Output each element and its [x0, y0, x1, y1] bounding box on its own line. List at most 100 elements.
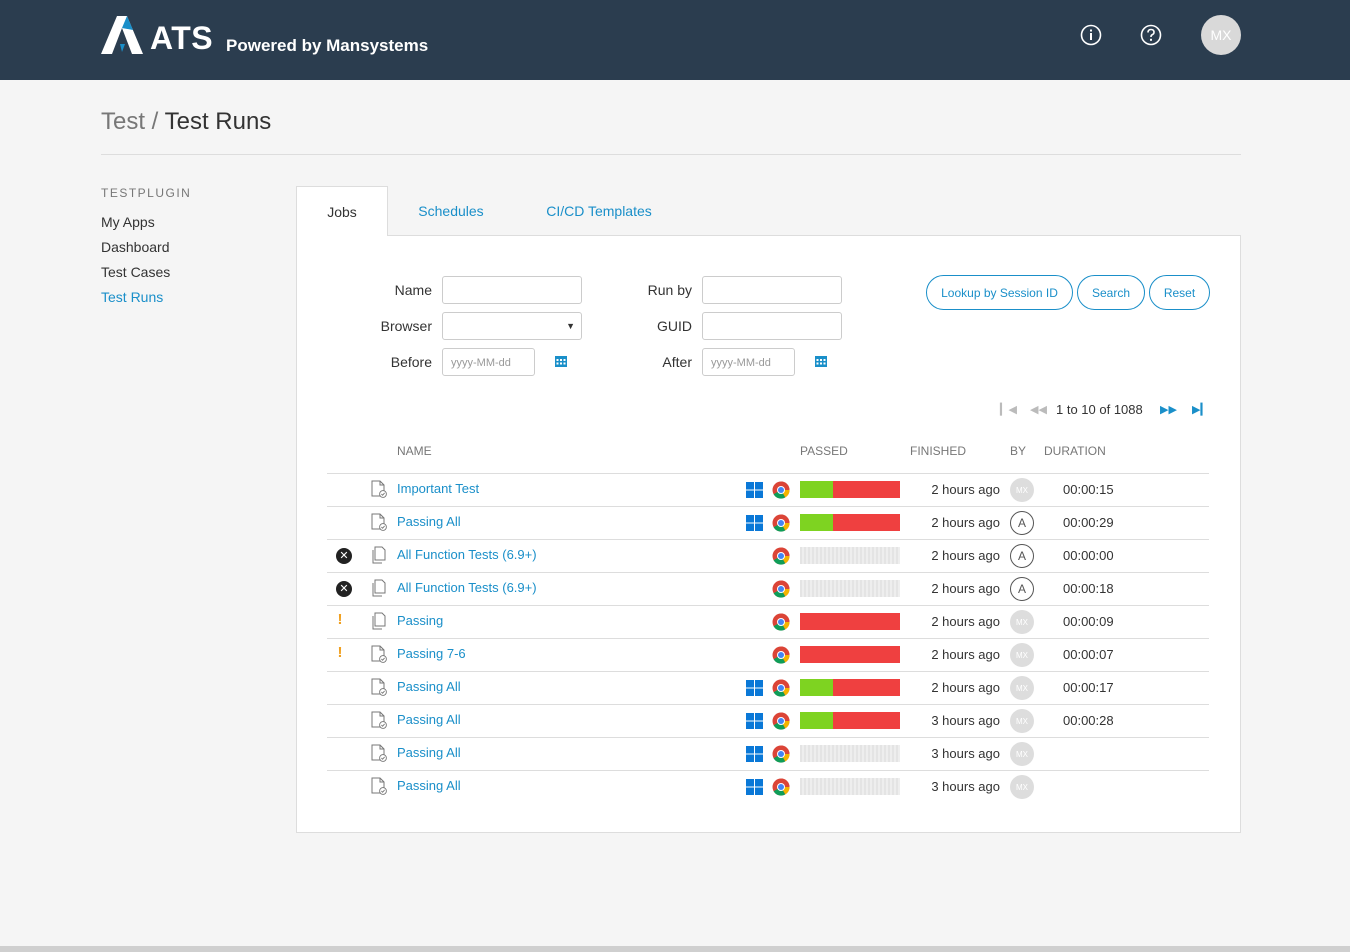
name-input[interactable] — [442, 276, 582, 304]
chrome-icon — [772, 514, 790, 532]
windows-icon — [746, 746, 763, 762]
finished-time: 2 hours ago — [931, 482, 1000, 497]
prev-page-icon[interactable]: ◀◀ — [1030, 403, 1047, 416]
chrome-icon — [772, 679, 790, 697]
test-case-icon — [371, 480, 387, 498]
test-name-link[interactable]: Passing All — [397, 514, 461, 529]
run-by-avatar: MX — [1010, 478, 1034, 502]
sidebar-item-test-runs[interactable]: Test Runs — [101, 289, 163, 305]
failed-status-icon: ✕ — [336, 581, 352, 597]
bottom-strip — [0, 946, 1350, 952]
ats-logo-icon[interactable] — [101, 16, 143, 54]
duration: 00:00:29 — [1063, 515, 1114, 530]
test-name-link[interactable]: All Function Tests (6.9+) — [397, 547, 537, 562]
run-by-input[interactable] — [702, 276, 842, 304]
reset-button[interactable]: Reset — [1149, 275, 1210, 310]
calendar-icon[interactable] — [815, 355, 827, 367]
info-icon[interactable] — [1080, 24, 1102, 46]
column-header-passed[interactable]: PASSED — [800, 444, 848, 458]
table-row[interactable]: ! Passing 7-6 2 hours ago MX 00:00:07 — [327, 638, 1209, 671]
table-row[interactable]: ✕ All Function Tests (6.9+) 2 hours ago A 00… — [327, 572, 1209, 605]
table-row[interactable]: Passing All 3 hours ago MX 00:00:28 — [327, 704, 1209, 737]
test-name-link[interactable]: Passing All — [397, 778, 461, 793]
table-row[interactable]: Passing All 2 hours ago MX 00:00:17 — [327, 671, 1209, 704]
finished-time: 2 hours ago — [931, 647, 1000, 662]
breadcrumb-separator: / — [145, 108, 165, 135]
before-date-input[interactable]: yyyy-MM-dd — [442, 348, 535, 376]
passed-bar — [800, 646, 900, 663]
after-date-input[interactable]: yyyy-MM-dd — [702, 348, 795, 376]
column-header-duration[interactable]: DURATION — [1044, 444, 1106, 458]
first-page-icon[interactable]: ▎◀ — [1000, 403, 1017, 416]
finished-time: 2 hours ago — [931, 680, 1000, 695]
page-title: Test / Test Runs — [101, 108, 271, 136]
lookup-session-button[interactable]: Lookup by Session ID — [926, 275, 1073, 310]
run-by-avatar: MX — [1010, 676, 1034, 700]
table-row[interactable]: Important Test 2 hours ago MX 00:00:15 — [327, 473, 1209, 506]
warning-status-icon: ! — [337, 644, 343, 661]
passed-segment — [800, 712, 833, 729]
help-icon[interactable] — [1140, 24, 1162, 46]
after-label: After — [662, 354, 692, 370]
tab-schedules[interactable]: Schedules — [396, 186, 506, 236]
chrome-icon — [772, 580, 790, 598]
finished-time: 2 hours ago — [931, 548, 1000, 563]
logo-subtitle: Powered by Mansystems — [226, 36, 429, 55]
table-row[interactable]: ! Passing 2 hours ago MX 00:00:09 — [327, 605, 1209, 638]
run-by-avatar: MX — [1010, 742, 1034, 766]
before-label: Before — [390, 354, 432, 370]
test-suite-icon — [371, 546, 387, 564]
windows-icon — [746, 779, 763, 795]
chrome-icon — [772, 712, 790, 730]
chrome-icon — [772, 481, 790, 499]
tab-jobs[interactable]: Jobs — [296, 186, 388, 236]
column-header-by[interactable]: BY — [1010, 444, 1026, 458]
browser-select[interactable]: ▼ — [442, 312, 582, 340]
passed-bar — [800, 679, 900, 696]
guid-input[interactable] — [702, 312, 842, 340]
next-page-icon[interactable]: ▶▶ — [1160, 403, 1177, 416]
calendar-icon[interactable] — [555, 355, 567, 367]
test-name-link[interactable]: Passing All — [397, 679, 461, 694]
table-row[interactable]: ✕ All Function Tests (6.9+) 2 hours ago A 00… — [327, 539, 1209, 572]
tab-cicd-templates[interactable]: CI/CD Templates — [530, 186, 668, 236]
logo-text: ATS — [150, 20, 214, 56]
test-name-link[interactable]: Passing 7-6 — [397, 646, 466, 661]
last-page-icon[interactable]: ▶▎ — [1192, 403, 1209, 416]
test-name-link[interactable]: Important Test — [397, 481, 479, 496]
table-row[interactable]: Passing All 3 hours ago MX — [327, 770, 1209, 803]
test-name-link[interactable]: Passing All — [397, 745, 461, 760]
passed-bar — [800, 778, 900, 795]
user-avatar[interactable]: MX — [1201, 15, 1241, 55]
search-button[interactable]: Search — [1077, 275, 1145, 310]
test-case-icon — [371, 645, 387, 663]
duration: 00:00:09 — [1063, 614, 1114, 629]
column-header-name[interactable]: NAME — [397, 444, 432, 458]
test-name-link[interactable]: All Function Tests (6.9+) — [397, 580, 537, 595]
chrome-icon — [772, 646, 790, 664]
sidebar-item-dashboard[interactable]: Dashboard — [101, 239, 170, 255]
duration: 00:00:07 — [1063, 647, 1114, 662]
duration: 00:00:18 — [1063, 581, 1114, 596]
test-case-icon — [371, 678, 387, 696]
test-suite-icon — [371, 579, 387, 597]
passed-bar — [800, 481, 900, 498]
run-by-label: Run by — [647, 282, 692, 298]
guid-label: GUID — [657, 318, 692, 334]
finished-time: 2 hours ago — [931, 614, 1000, 629]
title-divider — [101, 154, 1241, 155]
sidebar-item-test-cases[interactable]: Test Cases — [101, 264, 170, 280]
column-header-finished[interactable]: FINISHED — [910, 444, 966, 458]
test-name-link[interactable]: Passing — [397, 613, 443, 628]
run-by-avatar: A — [1010, 511, 1034, 535]
table-row[interactable]: Passing All 3 hours ago MX — [327, 737, 1209, 770]
table-row[interactable]: Passing All 2 hours ago A 00:00:29 — [327, 506, 1209, 539]
passed-bar — [800, 613, 900, 630]
pager-text: 1 to 10 of 1088 — [1056, 402, 1143, 417]
failed-segment — [800, 613, 900, 630]
finished-time: 3 hours ago — [931, 713, 1000, 728]
breadcrumb-parent[interactable]: Test — [101, 108, 145, 135]
sidebar-item-my-apps[interactable]: My Apps — [101, 214, 155, 230]
test-name-link[interactable]: Passing All — [397, 712, 461, 727]
test-case-icon — [371, 744, 387, 762]
